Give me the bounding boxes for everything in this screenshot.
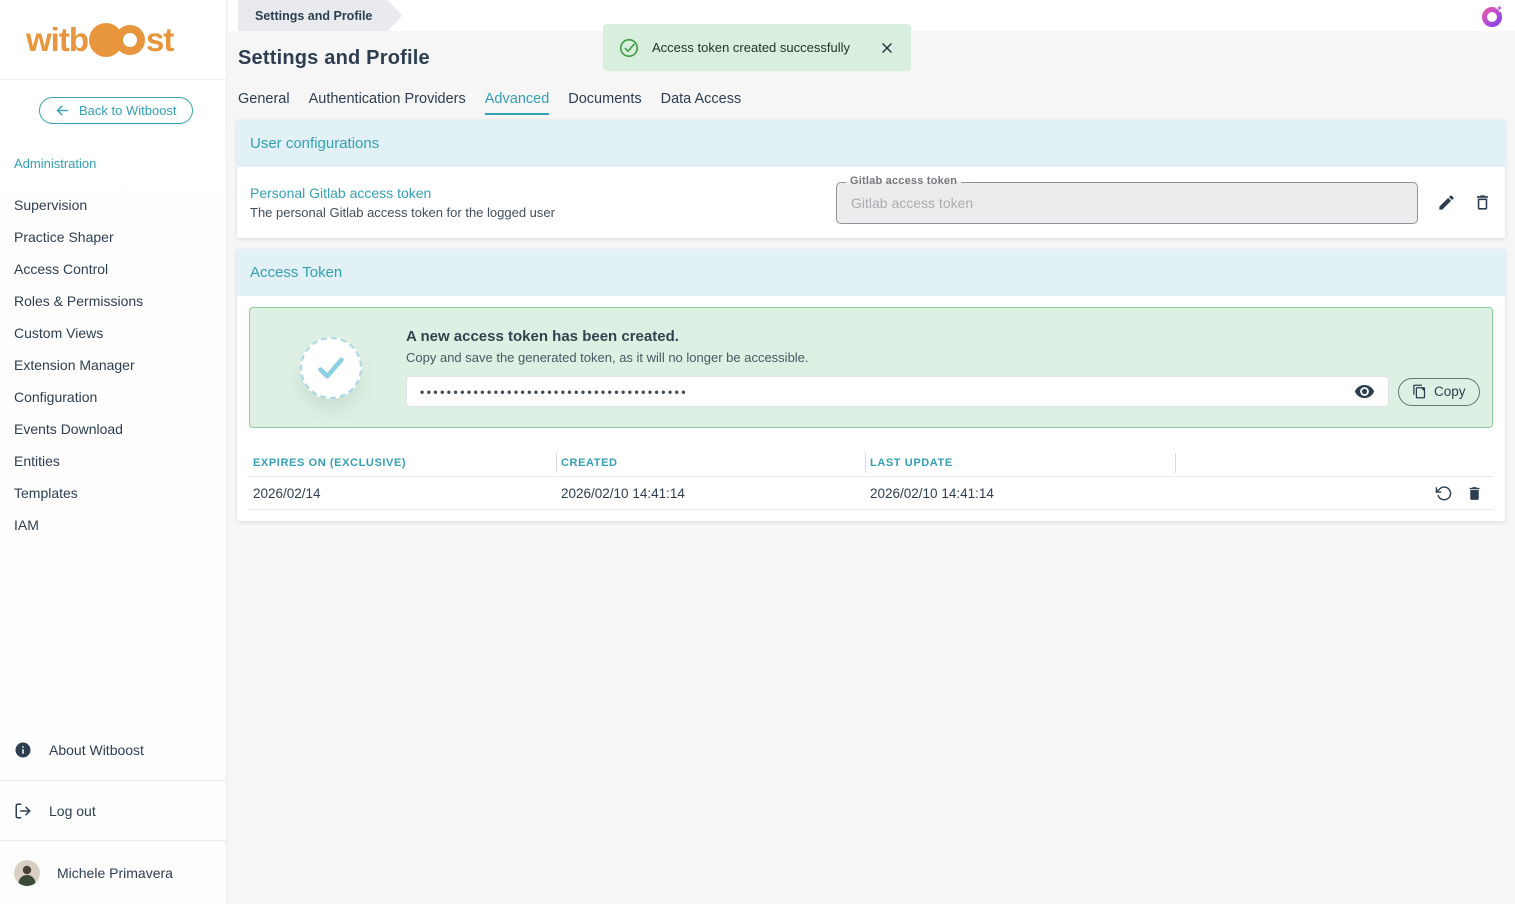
sidebar-item-events-download[interactable]: Events Download: [0, 413, 226, 445]
check-circle-icon: [618, 37, 640, 59]
back-to-witboost-button[interactable]: Back to Witboost: [39, 97, 193, 124]
column-last-update: LAST UPDATE: [866, 453, 1176, 473]
edit-pencil-icon: [1437, 193, 1456, 212]
token-row: ••••••••••••••••••••••••••••••••••••••••…: [406, 376, 1480, 407]
edit-gitlab-token-button[interactable]: [1437, 193, 1456, 212]
page-title: Settings and Profile: [238, 47, 430, 70]
about-witboost-label: About Witboost: [49, 742, 144, 758]
toast-message: Access token created successfully: [652, 40, 850, 55]
config-row-title: Personal Gitlab access token: [250, 185, 555, 201]
cell-last-update: 2026/02/10 14:41:14: [866, 486, 1176, 501]
table-row: 2026/02/14 2026/02/10 14:41:14 2026/02/1…: [249, 477, 1493, 510]
reveal-token-button[interactable]: [1354, 381, 1375, 402]
column-created: CREATED: [557, 453, 866, 473]
access-token-header: Access Token: [237, 249, 1505, 296]
config-row-description: The personal Gitlab access token for the…: [250, 205, 555, 220]
check-icon: [313, 350, 349, 386]
regenerate-token-button[interactable]: [1435, 485, 1452, 502]
sidebar-item-custom-views[interactable]: Custom Views: [0, 317, 226, 349]
sidebar: witb st Back to Witboost Administration …: [0, 0, 227, 904]
gitlab-token-field-placeholder: Gitlab access token: [851, 195, 973, 211]
row-actions: [1176, 485, 1493, 502]
ai-assistant-button[interactable]: [1479, 2, 1506, 29]
alert-content: A new access token has been created. Cop…: [406, 328, 1480, 407]
back-arrow-icon: [55, 103, 70, 118]
app-root: witb st Back to Witboost Administration …: [0, 0, 1515, 904]
delete-token-button[interactable]: [1466, 485, 1483, 502]
logout-icon: [14, 802, 32, 820]
config-field-area: Gitlab access token Gitlab access token: [836, 182, 1492, 224]
logout-label: Log out: [49, 803, 96, 819]
logo-disc-icon: [89, 23, 123, 57]
tab-documents[interactable]: Documents: [568, 91, 641, 115]
toast-close-button[interactable]: [878, 39, 896, 57]
gitlab-token-config-row: Personal Gitlab access token The persona…: [237, 167, 1505, 238]
logout-button[interactable]: Log out: [0, 780, 226, 840]
witboost-logo: witb st: [26, 21, 173, 59]
tab-authentication-providers[interactable]: Authentication Providers: [309, 91, 466, 115]
masked-token-value: ••••••••••••••••••••••••••••••••••••••••: [420, 385, 688, 399]
column-expires-on: EXPIRES ON (EXCLUSIVE): [249, 453, 557, 473]
user-menu[interactable]: Michele Primavera: [0, 840, 226, 904]
access-token-card: Access Token A new access token has been…: [237, 249, 1505, 521]
sidebar-item-access-control[interactable]: Access Control: [0, 253, 226, 285]
trash-icon: [1473, 193, 1492, 212]
tab-data-access[interactable]: Data Access: [661, 91, 742, 115]
about-witboost-button[interactable]: About Witboost: [0, 720, 226, 780]
sidebar-bottom: About Witboost Log out Michele Primavera: [0, 720, 226, 904]
sidebar-item-configuration[interactable]: Configuration: [0, 381, 226, 413]
sidebar-item-iam[interactable]: IAM: [0, 509, 226, 541]
avatar: [14, 860, 40, 886]
token-table: EXPIRES ON (EXCLUSIVE) CREATED LAST UPDA…: [249, 450, 1493, 510]
eye-icon: [1354, 381, 1375, 402]
delete-gitlab-token-button[interactable]: [1473, 193, 1492, 212]
success-badge: [300, 337, 362, 399]
copy-icon: [1412, 384, 1427, 399]
config-texts: Personal Gitlab access token The persona…: [250, 185, 555, 220]
cell-created: 2026/02/10 14:41:14: [557, 486, 866, 501]
sidebar-nav: Supervision Practice Shaper Access Contr…: [0, 189, 226, 541]
gitlab-token-field-label: Gitlab access token: [846, 175, 961, 187]
info-icon: [14, 741, 32, 759]
sidebar-item-extension-manager[interactable]: Extension Manager: [0, 349, 226, 381]
user-configurations-header: User configurations: [237, 120, 1505, 167]
logo-double-o-icon: [89, 23, 145, 57]
user-name-label: Michele Primavera: [57, 865, 173, 881]
tabs: General Authentication Providers Advance…: [238, 91, 741, 115]
sidebar-item-entities[interactable]: Entities: [0, 445, 226, 477]
tab-advanced[interactable]: Advanced: [485, 91, 550, 115]
logo-text-left: witb: [26, 21, 88, 59]
alert-title: A new access token has been created.: [406, 328, 1480, 345]
token-created-alert: A new access token has been created. Cop…: [249, 307, 1493, 428]
logo-area: witb st: [0, 0, 226, 80]
token-table-header: EXPIRES ON (EXCLUSIVE) CREATED LAST UPDA…: [249, 450, 1493, 477]
tab-general[interactable]: General: [238, 91, 290, 115]
trash-icon: [1466, 485, 1483, 502]
sidebar-section-administration: Administration: [14, 156, 96, 171]
breadcrumb: Settings and Profile: [238, 0, 402, 31]
alert-description: Copy and save the generated token, as it…: [406, 350, 1480, 365]
back-button-label: Back to Witboost: [79, 103, 177, 118]
refresh-icon: [1435, 485, 1452, 502]
masked-token-field[interactable]: ••••••••••••••••••••••••••••••••••••••••: [406, 376, 1389, 407]
copy-button-label: Copy: [1434, 384, 1466, 399]
copy-token-button[interactable]: Copy: [1398, 378, 1480, 406]
gitlab-access-token-field[interactable]: Gitlab access token Gitlab access token: [836, 182, 1418, 224]
user-configurations-card: User configurations Personal Gitlab acce…: [237, 120, 1505, 238]
toast-success: Access token created successfully: [603, 24, 911, 71]
sidebar-item-roles-permissions[interactable]: Roles & Permissions: [0, 285, 226, 317]
cell-expires-on: 2026/02/14: [249, 486, 557, 501]
column-actions: [1176, 453, 1493, 473]
sidebar-item-supervision[interactable]: Supervision: [0, 189, 226, 221]
sidebar-item-templates[interactable]: Templates: [0, 477, 226, 509]
logo-text-right: st: [146, 21, 173, 59]
sidebar-item-practice-shaper[interactable]: Practice Shaper: [0, 221, 226, 253]
